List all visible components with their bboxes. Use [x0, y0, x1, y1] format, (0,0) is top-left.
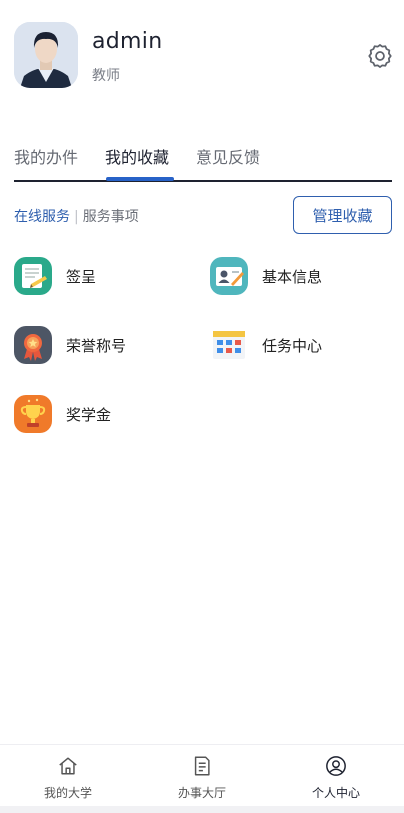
- divider: |: [74, 209, 79, 225]
- tab-my-cases[interactable]: 我的办件: [14, 144, 78, 168]
- service-label: 奖学金: [66, 406, 112, 424]
- manage-favorites-button[interactable]: 管理收藏: [293, 196, 392, 234]
- service-label: 基本信息: [262, 268, 323, 286]
- user-circle-icon: [326, 756, 346, 776]
- document-icon: [194, 756, 210, 776]
- tab-my-favorites[interactable]: 我的收藏: [105, 144, 169, 168]
- nav-label: 个人中心: [311, 786, 360, 800]
- service-item-scholarship[interactable]: 奖学金: [14, 395, 174, 435]
- nav-label: 办事大厅: [177, 786, 226, 800]
- gear-icon[interactable]: [366, 42, 394, 70]
- service-label: 荣誉称号: [66, 337, 127, 355]
- tab-bar: 我的办件 我的收藏 意见反馈: [14, 134, 392, 182]
- service-filter: 在线服务 | 服务事项: [14, 206, 139, 226]
- calendar-grid-icon: [210, 326, 248, 364]
- nav-my-university[interactable]: 我的大学: [1, 745, 135, 807]
- id-card-icon: [210, 257, 248, 295]
- home-icon: [59, 757, 77, 775]
- service-item-sign[interactable]: 签呈: [14, 257, 174, 297]
- trophy-icon: [14, 395, 52, 433]
- service-items-link[interactable]: 服务事项: [83, 209, 139, 225]
- user-role: 教师: [92, 68, 120, 84]
- document-sign-icon: [14, 257, 52, 295]
- user-avatar-icon: [14, 22, 78, 88]
- service-item-honor-title[interactable]: 荣誉称号: [14, 326, 174, 366]
- active-tab-indicator: [106, 177, 174, 181]
- service-item-basic-info[interactable]: 基本信息: [210, 257, 370, 297]
- bottom-navigation: 我的大学 办事大厅 个人中心: [0, 744, 404, 806]
- service-item-task-center[interactable]: 任务中心: [210, 326, 370, 366]
- avatar[interactable]: [14, 22, 78, 88]
- medal-icon: [14, 326, 52, 364]
- nav-service-hall[interactable]: 办事大厅: [135, 745, 269, 807]
- nav-personal-center[interactable]: 个人中心: [269, 745, 403, 807]
- nav-label: 我的大学: [43, 786, 92, 800]
- service-label: 签呈: [66, 268, 97, 286]
- profile-header: admin 教师: [0, 0, 404, 118]
- online-services-link[interactable]: 在线服务: [14, 209, 70, 225]
- service-label: 任务中心: [262, 337, 323, 355]
- username: admin: [92, 29, 163, 54]
- system-home-indicator: [0, 806, 404, 813]
- tab-feedback[interactable]: 意见反馈: [196, 144, 260, 168]
